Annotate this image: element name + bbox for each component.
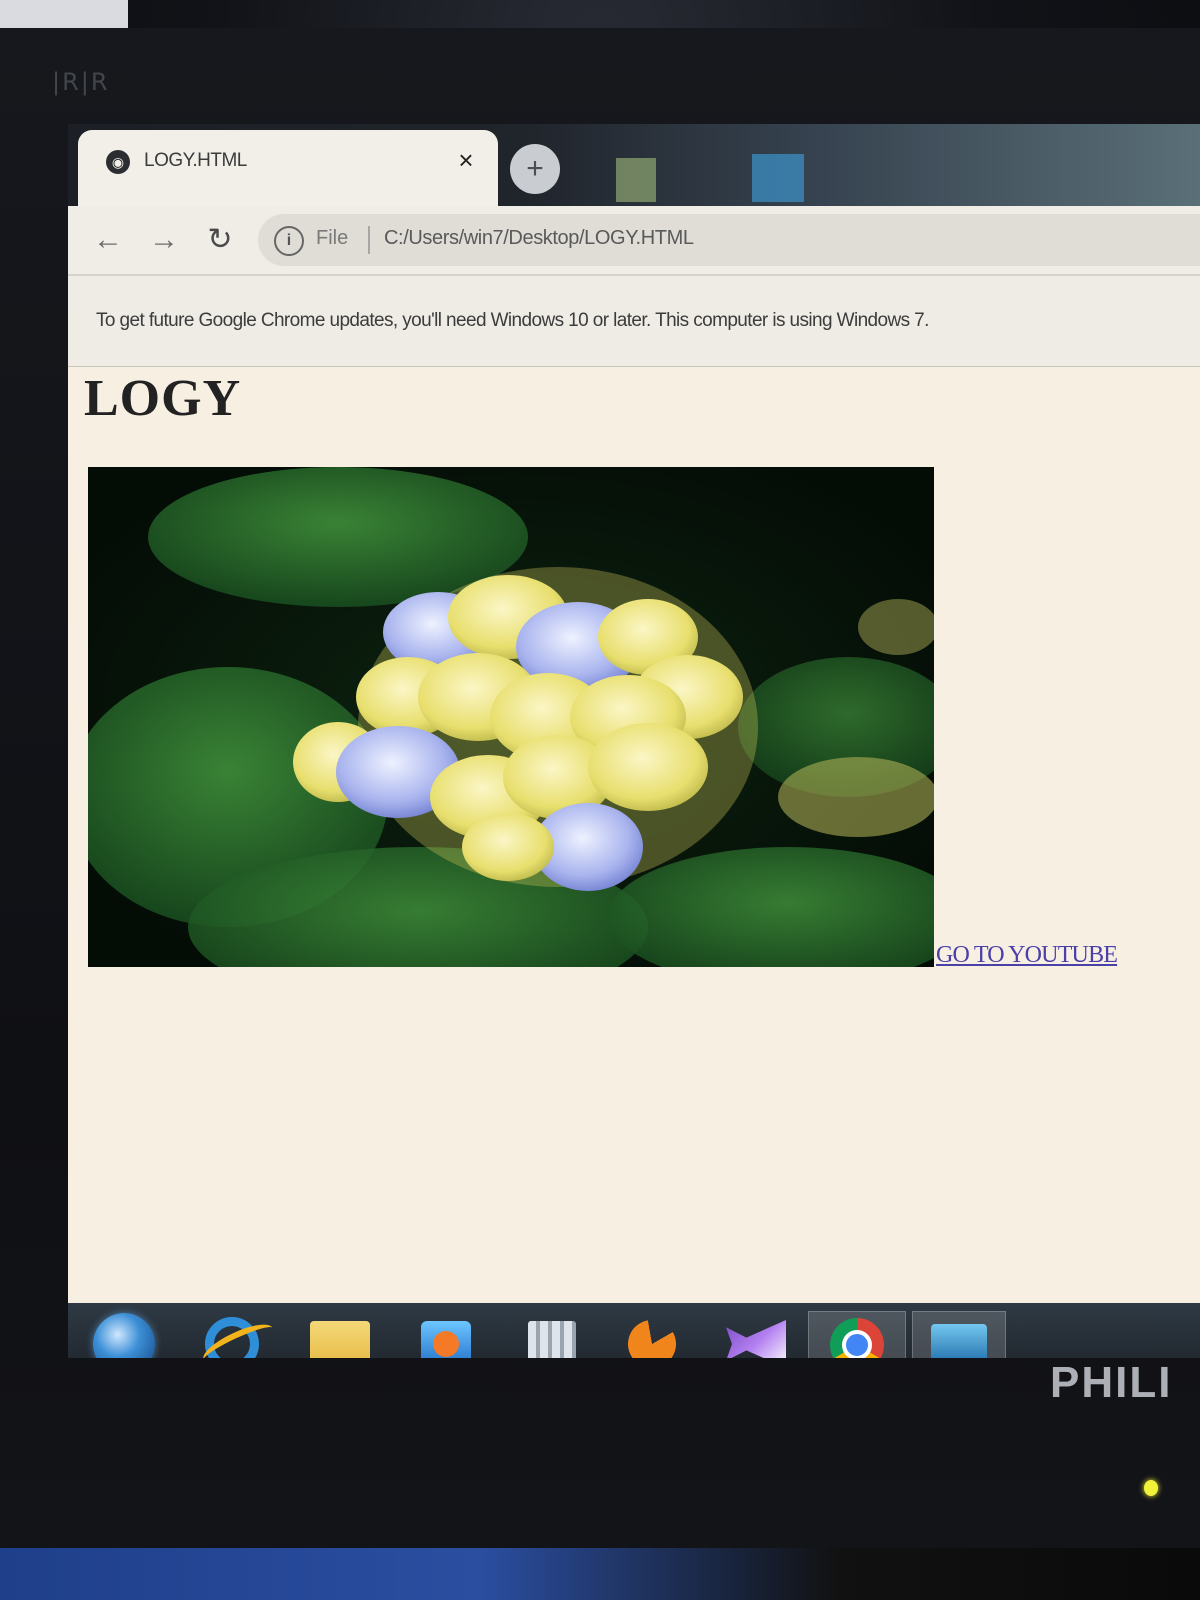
monitor: |R|R ◉ LOGY.HTML × + ← → ↻ i File C:/Use…: [0, 28, 1200, 1548]
update-infobar: To get future Google Chrome updates, you…: [68, 274, 1200, 369]
internet-explorer-icon: [205, 1317, 259, 1358]
monitor-corner-mark: |R|R: [52, 68, 110, 96]
background-window-thumbnail: [752, 154, 804, 202]
site-info-icon[interactable]: i: [274, 226, 304, 256]
page-title: LOGY: [84, 370, 242, 427]
file-explorer-icon: [310, 1321, 370, 1358]
address-bar[interactable]: i File C:/Users/win7/Desktop/LOGY.HTML: [258, 214, 1200, 266]
taskbar-item-media-player[interactable]: [410, 1311, 482, 1358]
close-tab-icon[interactable]: ×: [452, 146, 480, 174]
browser-tabstrip: ◉ LOGY.HTML × +: [68, 124, 1200, 206]
go-to-youtube-link[interactable]: GO TO YOUTUBE: [936, 942, 1118, 969]
tab-logy-html[interactable]: ◉ LOGY.HTML ×: [78, 130, 498, 206]
windows-taskbar: [68, 1303, 1200, 1358]
globe-icon: ◉: [106, 150, 130, 174]
windows-start-icon: [93, 1313, 155, 1358]
power-led: [1144, 1480, 1158, 1496]
url-text[interactable]: C:/Users/win7/Desktop/LOGY.HTML: [384, 227, 694, 250]
url-scheme-label: File: [316, 227, 349, 249]
chrome-icon: [830, 1318, 884, 1358]
taskbar-item-movie-maker[interactable]: [516, 1311, 588, 1358]
taskbar-item-ie[interactable]: [196, 1311, 268, 1358]
new-tab-button[interactable]: +: [510, 144, 560, 194]
page-viewport: LOGY GO TO YOUTUBE: [68, 367, 1200, 1303]
taskbar-item-chrome[interactable]: [808, 1311, 906, 1358]
media-player-icon: [421, 1321, 471, 1358]
screen: ◉ LOGY.HTML × + ← → ↻ i File C:/Users/wi…: [68, 124, 1200, 1358]
back-button[interactable]: ←: [86, 218, 130, 262]
background-window-thumbnail: [616, 158, 656, 202]
photo-gallery-icon: [931, 1324, 987, 1358]
taskbar-item-explorer[interactable]: [304, 1311, 376, 1358]
infobar-message: To get future Google Chrome updates, you…: [96, 310, 929, 331]
taskbar-item-game[interactable]: [616, 1311, 688, 1358]
visual-studio-icon: [726, 1320, 786, 1358]
forward-button[interactable]: →: [142, 218, 186, 262]
taskbar-item-visual-studio[interactable]: [720, 1311, 792, 1358]
reload-button[interactable]: ↻: [198, 218, 242, 262]
desk-surface: [0, 1548, 1200, 1600]
photo-scene: |R|R ◉ LOGY.HTML × + ← → ↻ i File C:/Use…: [0, 0, 1200, 1600]
game-icon: [628, 1320, 676, 1358]
monitor-brand-logo: PHILI: [1050, 1358, 1173, 1407]
corner-sticker: [0, 0, 128, 28]
start-button[interactable]: [88, 1311, 160, 1358]
hydrangea-flower-image: [68, 467, 968, 1007]
browser-toolbar: ← → ↻ i File C:/Users/win7/Desktop/LOGY.…: [68, 206, 1200, 274]
address-divider: [368, 226, 370, 254]
movie-maker-icon: [528, 1321, 576, 1358]
tab-title: LOGY.HTML: [144, 150, 247, 171]
taskbar-item-photo-gallery[interactable]: [912, 1311, 1006, 1358]
